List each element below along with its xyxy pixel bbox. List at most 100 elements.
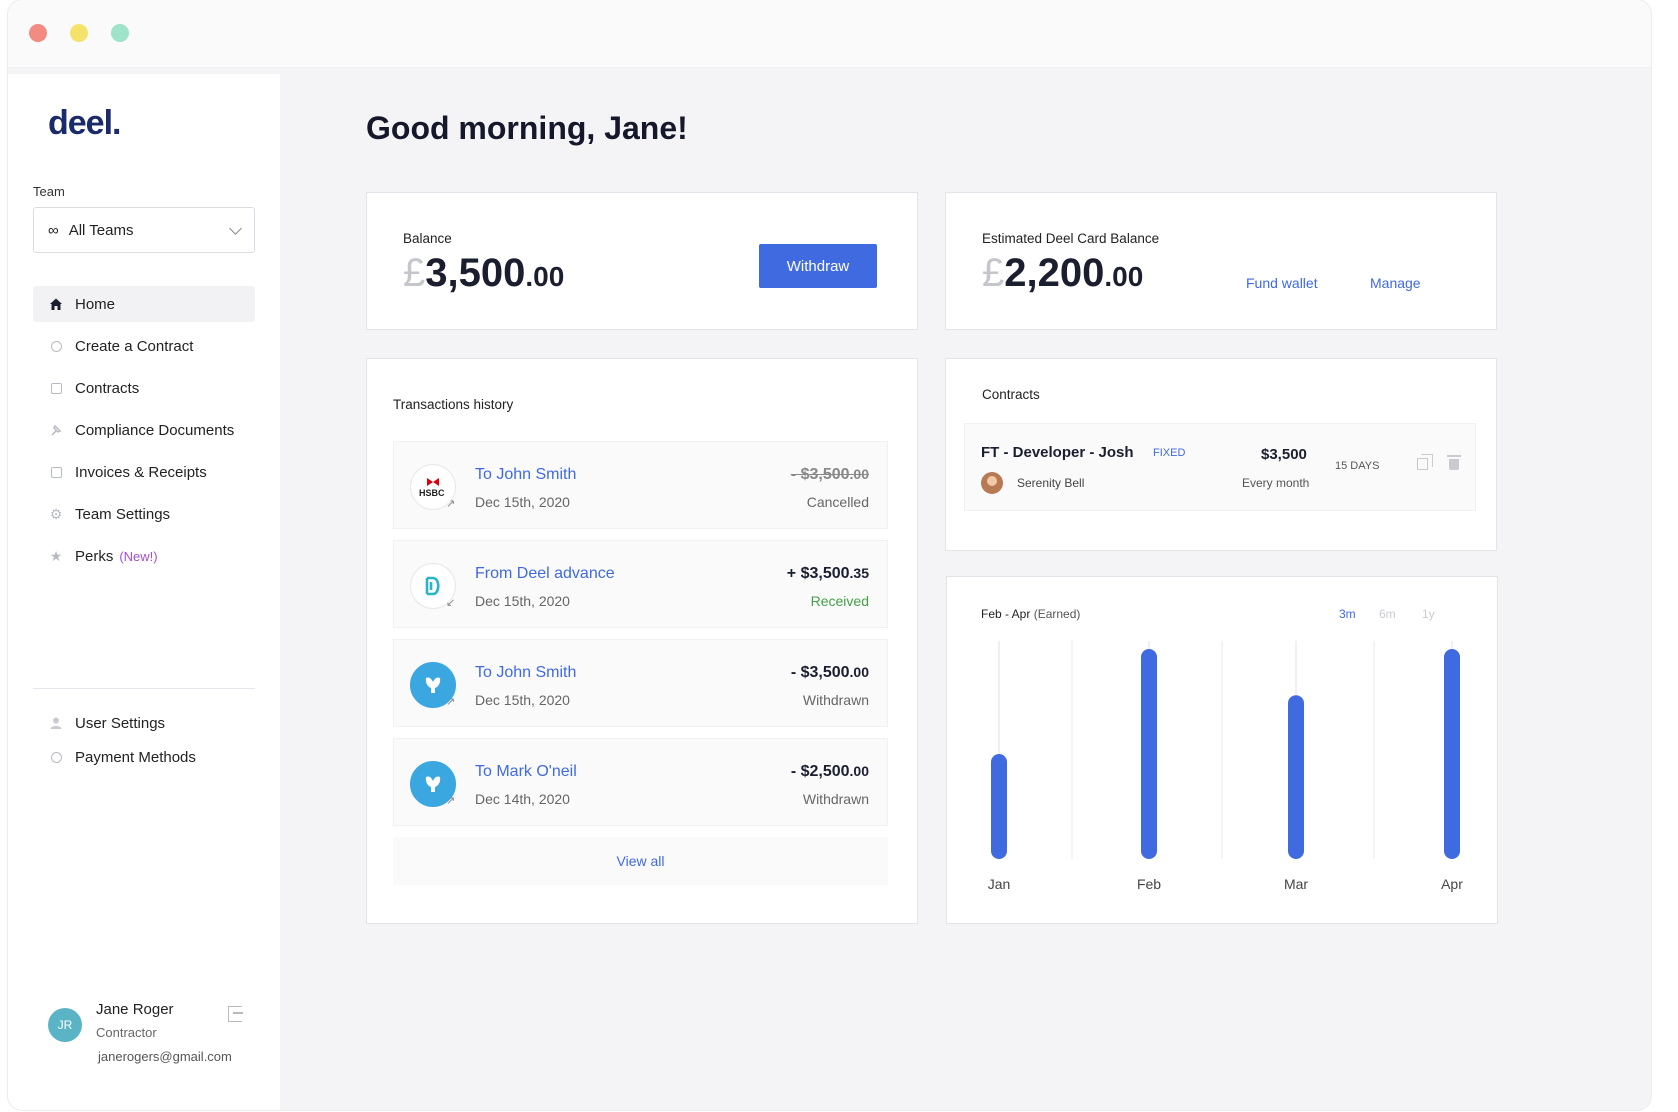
avatar[interactable]: JR bbox=[48, 1008, 82, 1042]
contract-days: 15 DAYS bbox=[1335, 460, 1380, 472]
svg-text:HSBC: HSBC bbox=[419, 488, 445, 498]
transaction-party[interactable]: To Mark O'neil bbox=[475, 763, 577, 781]
amount-whole: - $3,500 bbox=[790, 466, 850, 483]
home-icon bbox=[49, 297, 63, 311]
withdraw-button[interactable]: Withdraw bbox=[759, 244, 877, 288]
status-badge: Received bbox=[810, 593, 869, 609]
transaction-date: Dec 15th, 2020 bbox=[475, 494, 570, 510]
status-badge: Withdrawn bbox=[802, 692, 869, 708]
sidebar-item-label: Team Settings bbox=[75, 505, 171, 523]
bar-mar[interactable] bbox=[1288, 695, 1304, 859]
amount-whole: - $2,500 bbox=[790, 763, 850, 780]
transaction-party[interactable]: From Deel advance bbox=[475, 565, 615, 583]
copy-icon[interactable] bbox=[1417, 454, 1433, 470]
balance-card: Balance £3,500.00 Withdraw bbox=[366, 192, 918, 330]
sidebar-item-home[interactable]: Home bbox=[33, 286, 255, 322]
transaction-row[interactable]: ↗ To John Smith Dec 15th, 2020 - $3,500.… bbox=[393, 639, 888, 727]
transaction-amount: + $3,500.35 bbox=[787, 565, 869, 583]
plus-circle-icon bbox=[49, 339, 63, 353]
amount-decimal: .00 bbox=[849, 763, 869, 779]
pin-icon bbox=[49, 423, 63, 437]
amount-whole: 3,500 bbox=[425, 251, 526, 295]
sidebar-item-label: Payment Methods bbox=[75, 748, 196, 766]
sidebar-item-user-settings[interactable]: User Settings bbox=[33, 708, 255, 738]
new-badge: (New!) bbox=[119, 548, 158, 564]
avatar bbox=[981, 472, 1003, 494]
contract-type-badge: FIXED bbox=[1153, 447, 1186, 459]
transaction-date: Dec 15th, 2020 bbox=[475, 593, 570, 609]
earnings-chart-card: Feb - Apr (Earned) 3m 6m 1y Jan Feb Mar Apr bbox=[946, 576, 1498, 924]
x-tick-label: Apr bbox=[1441, 876, 1463, 892]
user-profile: JR Jane Roger Contractor janerogers@gmai… bbox=[48, 998, 258, 1088]
transactions-list: HSBC ↗ To John Smith Dec 15th, 2020 - $3… bbox=[393, 441, 888, 885]
manage-link[interactable]: Manage bbox=[1370, 275, 1421, 291]
trash-icon[interactable] bbox=[1447, 455, 1461, 470]
x-tick-label: Mar bbox=[1284, 876, 1308, 892]
sidebar-item-payment-methods[interactable]: Payment Methods bbox=[33, 742, 255, 772]
amount-whole: + $3,500 bbox=[786, 565, 850, 582]
fund-wallet-link[interactable]: Fund wallet bbox=[1246, 275, 1318, 291]
deel-card-balance-card: Estimated Deel Card Balance £2,200.00 Fu… bbox=[945, 192, 1497, 330]
contract-title[interactable]: FT - Developer - Josh bbox=[981, 444, 1134, 461]
sidebar-item-create-contract[interactable]: Create a Contract bbox=[33, 328, 255, 364]
currency-symbol: £ bbox=[982, 251, 1005, 295]
gear-icon: ⚙ bbox=[49, 505, 63, 522]
sidebar-item-contracts[interactable]: Contracts bbox=[33, 370, 255, 406]
transactions-card: Transactions history HSBC ↗ To John Smit… bbox=[366, 358, 918, 924]
card-icon bbox=[49, 750, 63, 764]
bar-jan[interactable] bbox=[991, 754, 1007, 859]
x-tick-label: Feb bbox=[1137, 876, 1161, 892]
maximize-window-button[interactable] bbox=[111, 24, 129, 42]
contract-row[interactable]: FT - Developer - Josh FIXED Serenity Bel… bbox=[964, 423, 1476, 511]
sidebar-item-perks[interactable]: ★ Perks (New!) bbox=[33, 538, 255, 574]
outgoing-arrow-icon: ↗ bbox=[446, 795, 456, 807]
deel-logo[interactable]: deel. bbox=[48, 104, 121, 143]
sidebar-item-label: Invoices & Receipts bbox=[75, 463, 207, 481]
transaction-amount: - $3,500.00 bbox=[791, 664, 869, 682]
transaction-date: Dec 14th, 2020 bbox=[475, 791, 570, 807]
chevron-down-icon bbox=[229, 221, 242, 235]
transaction-date: Dec 15th, 2020 bbox=[475, 692, 570, 708]
bar-apr[interactable] bbox=[1444, 649, 1460, 859]
team-label: Team bbox=[33, 184, 65, 199]
status-badge: Withdrawn bbox=[802, 791, 869, 807]
transaction-row[interactable]: ↗ To Mark O'neil Dec 14th, 2020 - $2,500… bbox=[393, 738, 888, 826]
star-icon: ★ bbox=[49, 547, 63, 564]
contracts-title: Contracts bbox=[982, 387, 1040, 402]
logout-icon[interactable] bbox=[228, 1006, 243, 1022]
bar-feb[interactable] bbox=[1141, 649, 1157, 859]
team-select[interactable]: ∞ All Teams bbox=[33, 207, 255, 253]
user-role: Contractor bbox=[96, 1025, 157, 1040]
sidebar-item-compliance-documents[interactable]: Compliance Documents bbox=[33, 412, 255, 448]
currency-symbol: £ bbox=[403, 251, 426, 295]
sidebar-divider bbox=[33, 688, 255, 689]
sidebar-item-invoices-receipts[interactable]: Invoices & Receipts bbox=[33, 454, 255, 490]
outgoing-arrow-icon: ↗ bbox=[446, 696, 456, 708]
infinity-icon: ∞ bbox=[48, 221, 59, 239]
transaction-party[interactable]: To John Smith bbox=[475, 664, 576, 682]
main-nav: Home Create a Contract Contracts Complia… bbox=[33, 286, 255, 580]
amount-decimal: .00 bbox=[849, 466, 869, 482]
title-bar bbox=[8, 0, 1651, 68]
incoming-arrow-icon: ↙ bbox=[446, 597, 456, 609]
transaction-row[interactable]: ↙ From Deel advance Dec 15th, 2020 + $3,… bbox=[393, 540, 888, 628]
balance-title: Balance bbox=[403, 231, 452, 246]
user-email: janerogers@gmail.com bbox=[98, 1049, 232, 1064]
amount-whole: 2,200 bbox=[1004, 251, 1105, 295]
sidebar-item-label: Create a Contract bbox=[75, 337, 194, 355]
minimize-window-button[interactable] bbox=[70, 24, 88, 42]
transaction-amount: - $3,500.00 bbox=[791, 466, 869, 484]
document-icon bbox=[49, 381, 63, 395]
sidebar-item-label: User Settings bbox=[75, 714, 166, 732]
view-all-button[interactable]: View all bbox=[393, 837, 888, 885]
contract-frequency: Every month bbox=[1242, 476, 1310, 490]
transaction-party[interactable]: To John Smith bbox=[475, 466, 576, 484]
app-window: deel. Team ∞ All Teams Home Create a Con… bbox=[8, 0, 1651, 1110]
transaction-row[interactable]: HSBC ↗ To John Smith Dec 15th, 2020 - $3… bbox=[393, 441, 888, 529]
sidebar-item-team-settings[interactable]: ⚙ Team Settings bbox=[33, 496, 255, 532]
amount-decimal: .35 bbox=[849, 565, 869, 581]
page-title: Good morning, Jane! bbox=[366, 110, 688, 146]
close-window-button[interactable] bbox=[29, 24, 47, 42]
sidebar: deel. Team ∞ All Teams Home Create a Con… bbox=[8, 74, 280, 1110]
contract-amount: $3,500 bbox=[1261, 446, 1307, 463]
